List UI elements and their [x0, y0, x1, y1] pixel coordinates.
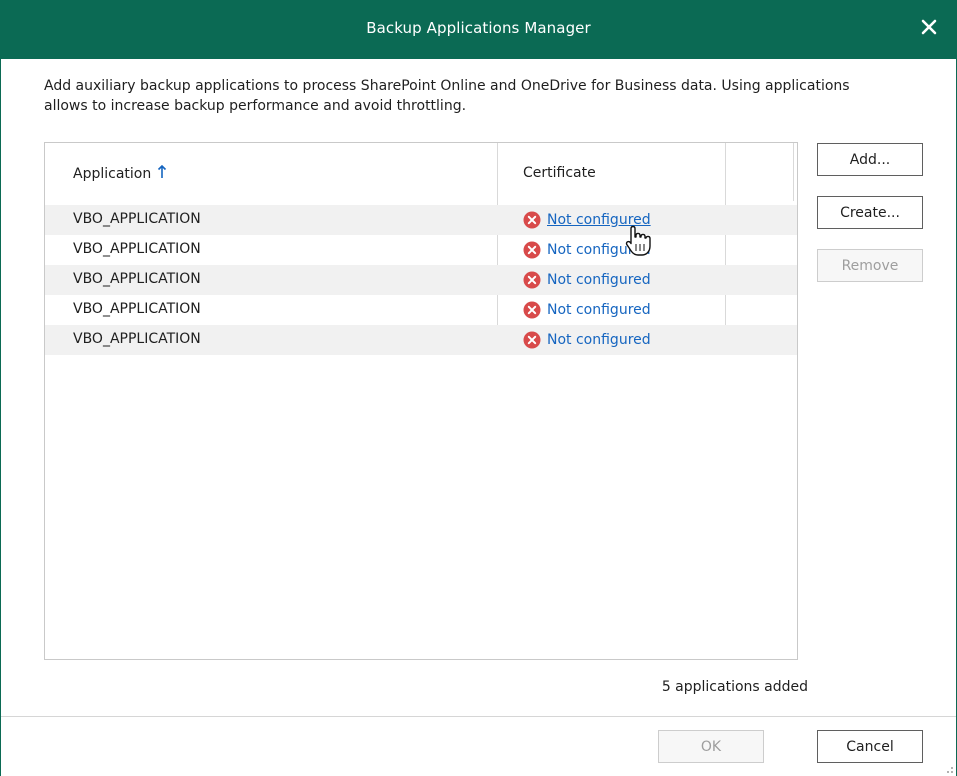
- applications-table: Application Certificate VBO_APPLICATION …: [44, 142, 798, 660]
- dialog-title: Backup Applications Manager: [366, 19, 591, 37]
- ok-button[interactable]: OK: [658, 730, 764, 763]
- error-icon: [523, 301, 541, 319]
- not-configured-link[interactable]: Not configured: [547, 302, 651, 318]
- create-button[interactable]: Create...: [817, 196, 923, 229]
- table-row[interactable]: VBO_APPLICATION Not configured: [45, 295, 797, 325]
- footer-divider: [1, 716, 956, 717]
- not-configured-link[interactable]: Not configured: [547, 272, 651, 288]
- title-bar: Backup Applications Manager: [1, 0, 956, 59]
- certificate-cell: Not configured: [523, 300, 651, 320]
- table-row[interactable]: VBO_APPLICATION Not configured: [45, 205, 797, 235]
- application-name: VBO_APPLICATION: [73, 211, 201, 227]
- arrow-up-icon: [157, 164, 167, 183]
- column-header-application[interactable]: Application: [73, 164, 167, 183]
- table-row[interactable]: VBO_APPLICATION Not configured: [45, 235, 797, 265]
- dialog-description: Add auxiliary backup applications to pro…: [44, 78, 850, 114]
- table-header: Application Certificate: [45, 143, 797, 201]
- certificate-cell: Not configured: [523, 270, 651, 290]
- not-configured-link[interactable]: Not configured: [547, 332, 651, 348]
- close-icon[interactable]: [916, 14, 942, 40]
- column-header-certificate[interactable]: Certificate: [523, 165, 596, 181]
- backup-applications-manager-dialog: Backup Applications Manager Add auxiliar…: [0, 0, 957, 776]
- error-icon: [523, 241, 541, 259]
- certificate-cell: Not configured: [523, 240, 651, 260]
- application-name: VBO_APPLICATION: [73, 271, 201, 287]
- column-divider: [793, 143, 794, 201]
- error-icon: [523, 331, 541, 349]
- cancel-button[interactable]: Cancel: [817, 730, 923, 763]
- certificate-cell: Not configured: [523, 210, 651, 230]
- column-header-label: Certificate: [523, 165, 596, 181]
- application-name: VBO_APPLICATION: [73, 301, 201, 317]
- table-row[interactable]: VBO_APPLICATION Not configured: [45, 325, 797, 355]
- error-icon: [523, 271, 541, 289]
- applications-count-status: 5 applications added: [661, 679, 808, 695]
- certificate-cell: Not configured: [523, 330, 651, 350]
- table-row[interactable]: VBO_APPLICATION Not configured: [45, 265, 797, 295]
- add-button[interactable]: Add...: [817, 143, 923, 176]
- application-name: VBO_APPLICATION: [73, 241, 201, 257]
- error-icon: [523, 211, 541, 229]
- application-name: VBO_APPLICATION: [73, 331, 201, 347]
- remove-button[interactable]: Remove: [817, 249, 923, 282]
- resize-grip-icon[interactable]: [942, 762, 954, 774]
- not-configured-link[interactable]: Not configured: [547, 212, 651, 228]
- not-configured-link[interactable]: Not configured: [547, 242, 651, 258]
- column-header-label: Application: [73, 166, 152, 182]
